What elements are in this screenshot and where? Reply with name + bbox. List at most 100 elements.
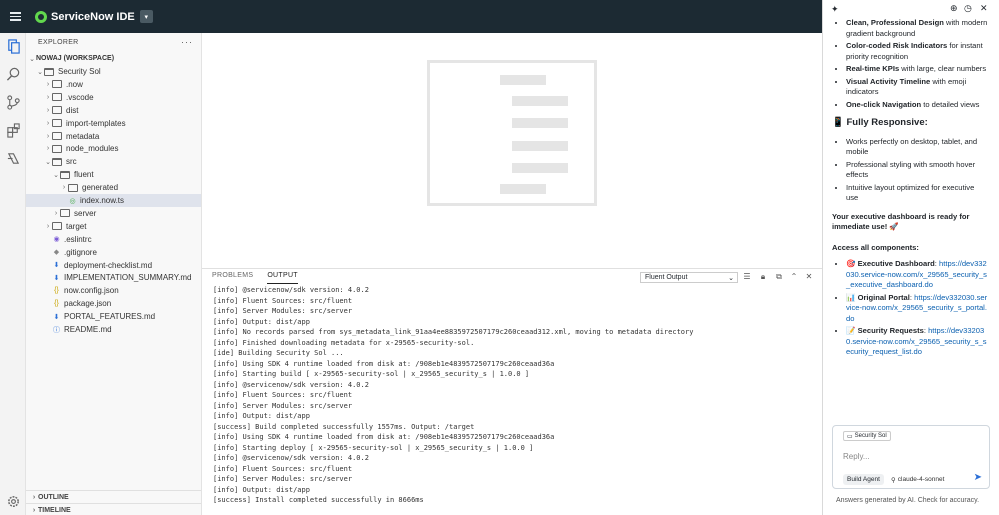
build-agent-button[interactable]: Build Agent [843,474,884,485]
folder-open-icon [60,170,70,179]
tab-output[interactable]: OUTPUT [267,272,298,284]
tree-item[interactable]: ⌄ Security Sol [26,65,201,78]
tree-item[interactable]: ⌄ src [26,155,201,168]
json-file-icon: {} [54,287,59,295]
markdown-file-icon: ⬇ [53,262,60,269]
tree-item-label: src [66,157,77,167]
log-line: [info] Finished downloading metadata for… [213,338,475,347]
build-tools-icon[interactable] [5,150,21,166]
search-icon[interactable] [5,66,21,82]
close-panel-icon[interactable]: ✕ [804,272,814,281]
folder-icon [52,106,62,115]
chevron-right-icon: › [46,222,50,230]
output-channel-value: Fluent Output [645,274,688,281]
history-icon[interactable]: ◷ [964,3,972,14]
log-line: [info] Fluent Sources: src/fluent [213,391,353,399]
tree-item[interactable]: ⬇ PORTAL_FEATURES.md [26,310,201,323]
tree-item[interactable]: ◎ index.now.ts [26,194,201,207]
tab-problems[interactable]: PROBLEMS [212,272,253,284]
tree-item-label: generated [82,183,119,193]
model-icon: ⚲ [891,476,896,484]
folder-icon [68,183,78,192]
tree-item-label: .gitignore [64,247,97,257]
model-selector[interactable]: ⚲ claude-4-sonnet [891,474,944,485]
tree-item[interactable]: ⬇ deployment-checklist.md [26,259,201,272]
list-item: One-click Navigation to detailed views [846,100,988,111]
tree-item[interactable]: › import-templates [26,117,201,130]
tree-item[interactable]: ◆ .gitignore [26,246,201,259]
context-chip[interactable]: ▭ Security Sol [843,431,891,441]
outline-section[interactable]: › OUTLINE [26,490,201,503]
log-line: [info] Server Modules: src/server [213,475,353,483]
maximize-panel-icon[interactable]: ⌃ [789,272,799,281]
tree-item[interactable]: › node_modules [26,142,201,155]
tree-item[interactable]: › .now [26,78,201,91]
folder-icon [52,80,62,89]
settings-gear-icon[interactable] [5,493,21,509]
log-line: [info] Server Modules: src/server [213,307,353,315]
design-features-list: Clean, Professional Design with modern g… [832,18,988,110]
close-chat-icon[interactable]: ✕ [980,3,988,14]
log-line: [info] Using SDK 4 runtime loaded from d… [213,359,555,368]
tree-item-label: .eslintrc [64,234,92,244]
tree-item[interactable]: {} package.json [26,297,201,310]
log-line: [info] Starting build [ x-29565-security… [213,370,530,378]
log-line: [info] Server Modules: src/server [213,401,353,410]
log-line: [info] Starting deploy [ x-29565-securit… [213,443,534,452]
model-label: claude-4-sonnet [897,476,945,483]
source-control-icon[interactable] [5,94,21,110]
tree-item[interactable]: › generated [26,181,201,194]
more-actions-icon[interactable]: ··· [181,37,193,47]
tree-item[interactable]: › target [26,220,201,233]
tree-item[interactable]: › dist [26,104,201,117]
folder-open-icon [52,157,62,166]
tree-item[interactable]: {} now.config.json [26,284,201,297]
send-icon[interactable]: ➤ [974,472,982,483]
explorer-files-icon[interactable] [5,38,21,54]
tree-item-label: README.md [64,325,112,334]
tree-item-label: target [66,221,87,231]
output-channel-select[interactable]: Fluent Output ⌄ [640,272,738,283]
tree-item[interactable]: ◉ .eslintrc [26,233,201,246]
log-line: [info] Output: dist/app [213,485,310,494]
markdown-file-icon: ⬇ [53,274,60,282]
folder-icon [52,93,62,102]
workspace-label: NOWAJ (WORKSPACE) [36,55,115,62]
tree-item[interactable]: ⬇ IMPLEMENTATION_SUMMARY.md [26,271,201,284]
tree-item[interactable]: › metadata [26,130,201,143]
app-dropdown-chevron-icon[interactable]: ▾ [139,10,153,23]
list-item: Works perfectly on desktop, tablet, and … [846,137,988,158]
outline-label: OUTLINE [38,493,69,501]
chevron-down-icon: ⌄ [53,171,59,179]
chevron-right-icon: › [32,506,36,514]
reply-input-box[interactable]: ▭ Security Sol Reply... Build Agent ⚲ cl… [832,425,990,489]
tree-item[interactable]: › server [26,207,201,220]
list-item: Color-coded Risk Indicators for instant … [846,41,988,62]
menu-icon[interactable] [3,0,27,33]
log-line: [info] Output: dist/app [213,412,310,420]
tree-item[interactable]: ⓘ README.md [26,323,201,336]
extensions-icon[interactable] [5,122,21,138]
list-item: Intuitive layout optimized for executive… [846,183,988,204]
lock-scroll-icon[interactable]: 🔒︎ [758,272,768,282]
tree-item[interactable]: ⌄ fluent [26,168,201,181]
info-file-icon: ⓘ [53,326,60,334]
clear-output-icon[interactable]: ⧉ [774,272,784,282]
list-item: Professional styling with smooth hover e… [846,160,988,181]
output-panel: PROBLEMS OUTPUT Fluent Output ⌄ ☰ 🔒︎ ⧉ ⌃… [202,268,822,515]
output-log[interactable]: [info] @servicenow/sdk version: 4.0.2 [in… [213,285,813,506]
log-line: [info] No records parsed from sys_metada… [213,328,694,336]
log-line: [info] Fluent Sources: src/fluent [213,464,353,473]
tree-item-label: server [74,208,97,218]
app-title: ServiceNow IDE [51,10,135,23]
tree-item-label: PORTAL_FEATURES.md [64,312,156,322]
workspace-root[interactable]: ⌄ NOWAJ (WORKSPACE) [26,52,201,65]
new-chat-plus-icon[interactable]: ⊕ [950,3,958,14]
filter-lines-icon[interactable]: ☰ [742,272,752,281]
editor-area[interactable] [202,33,822,268]
tree-item-label: index.now.ts [80,196,125,205]
tree-item[interactable]: › .vscode [26,91,201,104]
reply-input[interactable]: Reply... [843,452,870,461]
timeline-section[interactable]: › TIMELINE [26,503,201,515]
list-item: Visual Activity Timeline with emoji indi… [846,77,988,98]
